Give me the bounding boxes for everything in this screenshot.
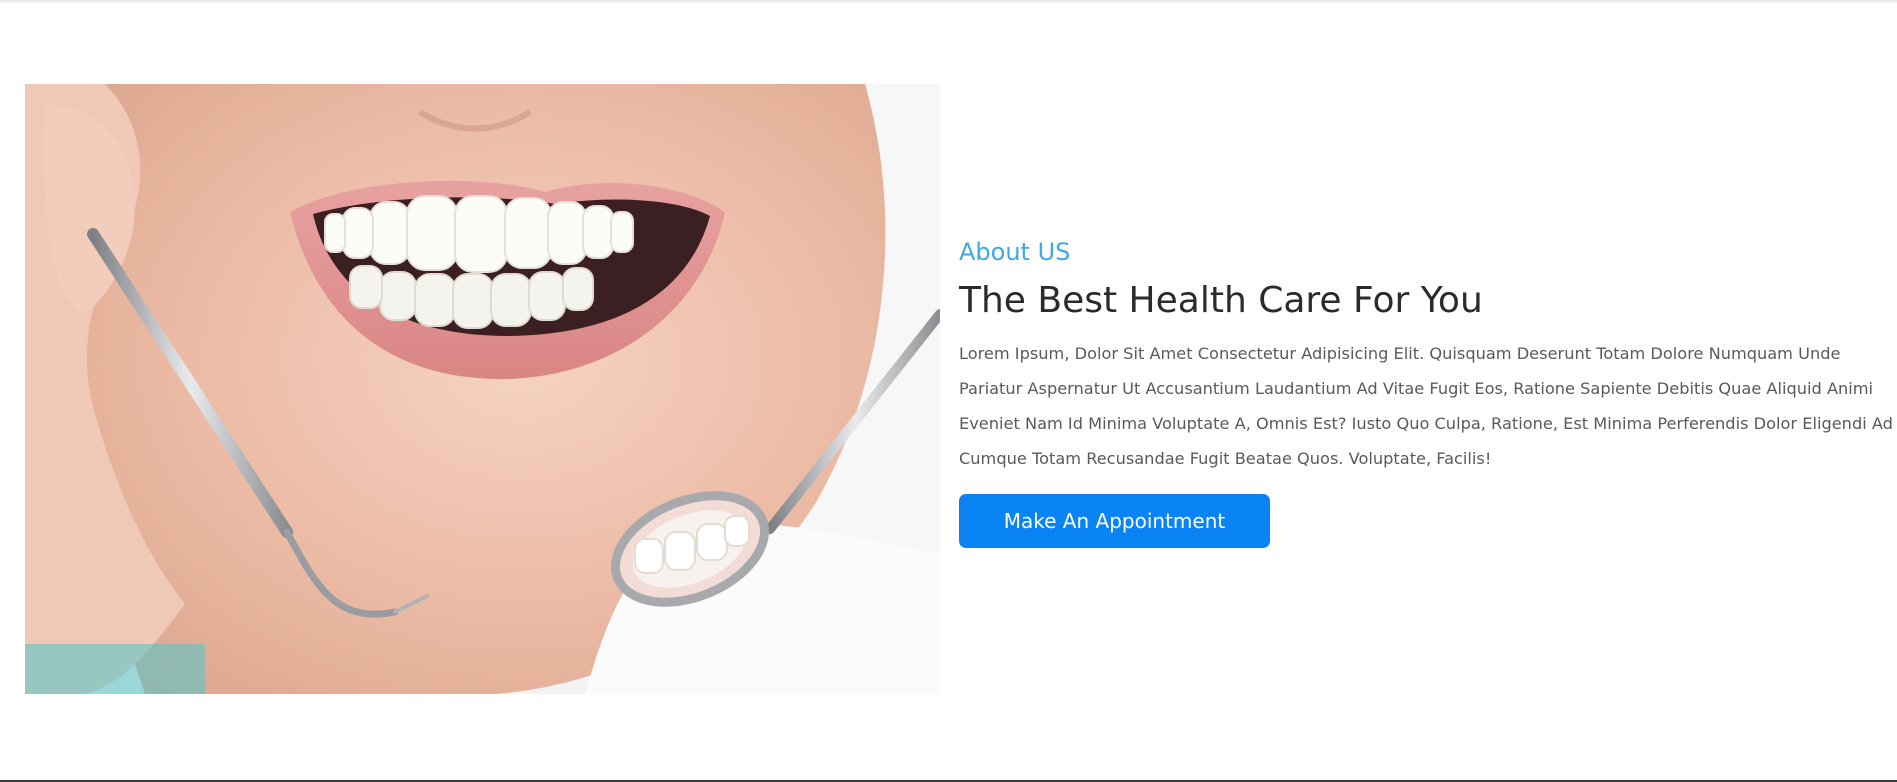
section-subtitle: About US bbox=[959, 238, 1071, 266]
header-shadow bbox=[0, 0, 1897, 4]
dental-smile-photo bbox=[25, 84, 940, 694]
section-title: The Best Health Care For You bbox=[959, 280, 1483, 321]
about-content: About US The Best Health Care For You Lo… bbox=[959, 236, 1897, 548]
about-description: Lorem Ipsum, Dolor Sit Amet Consectetur … bbox=[959, 344, 1893, 468]
about-section: About US The Best Health Care For You Lo… bbox=[25, 84, 1897, 694]
page: About US The Best Health Care For You Lo… bbox=[0, 0, 1897, 782]
make-appointment-button[interactable]: Make An Appointment bbox=[959, 494, 1270, 548]
